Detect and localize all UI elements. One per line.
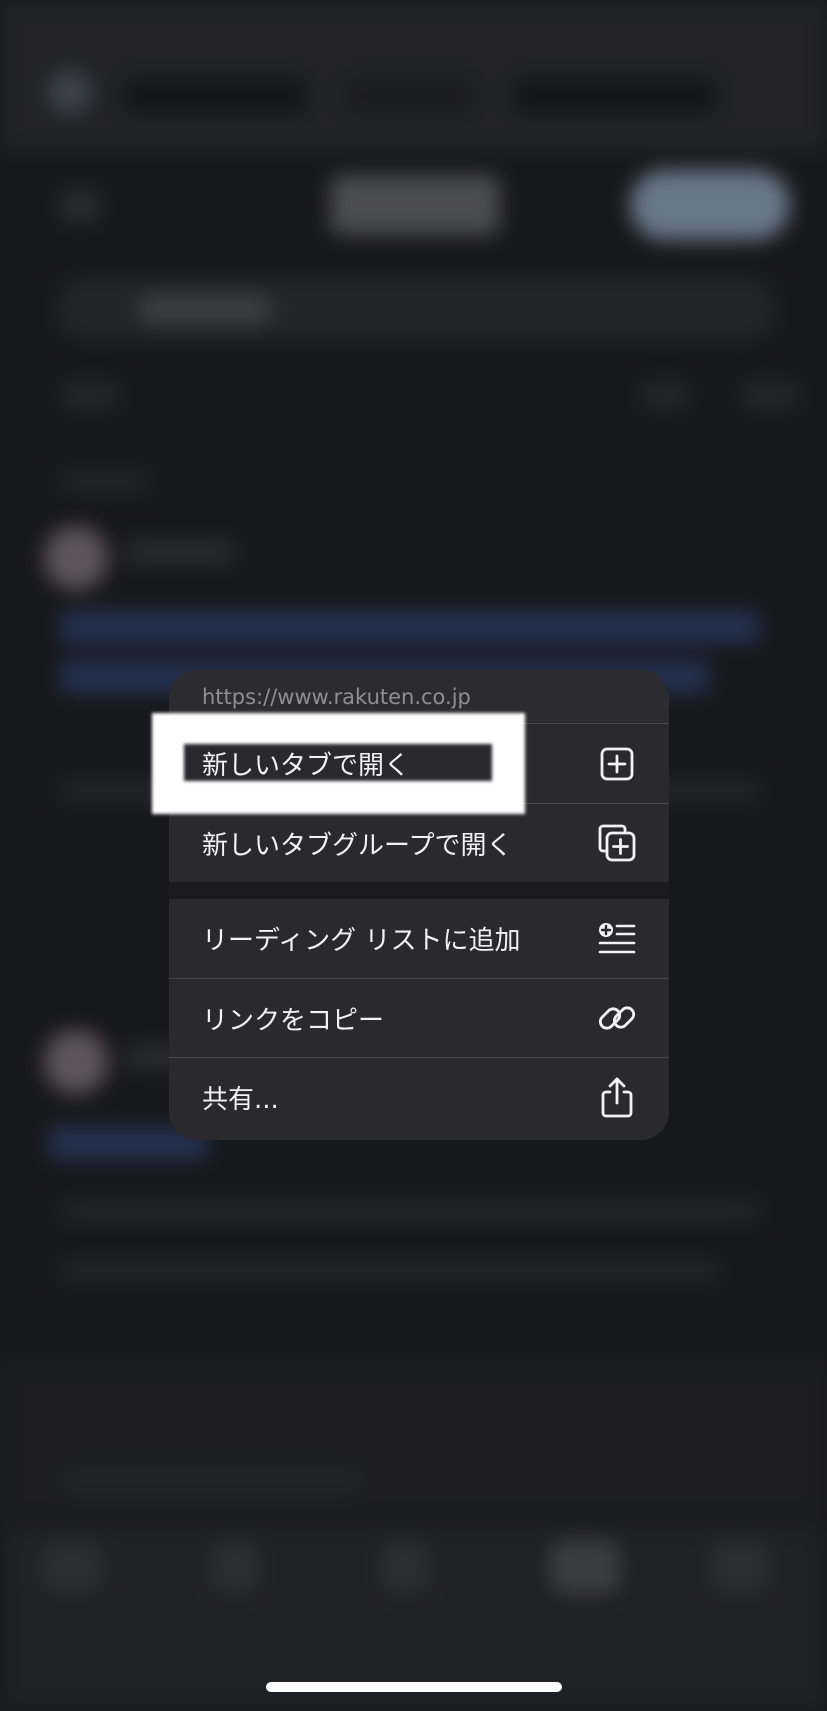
menu-item-label: 新しいタブで開く [202, 751, 411, 781]
home-indicator[interactable] [266, 1682, 562, 1692]
share-icon [597, 1077, 637, 1118]
add-to-reading-list-item[interactable]: リーディング リストに追加 [169, 899, 669, 978]
menu-section-separator [169, 882, 669, 899]
link-icon [597, 998, 637, 1038]
link-context-menu: https://www.rakuten.co.jp 新しいタブで開く 新しいタブ… [169, 670, 669, 1140]
plus-square-stack-icon [597, 823, 637, 863]
open-in-new-tab-item[interactable]: 新しいタブで開く [169, 724, 669, 803]
menu-item-label: リンクをコピー [202, 1005, 385, 1036]
add-to-reading-list-icon [597, 919, 637, 959]
menu-item-label: 新しいタブグループで開く [202, 830, 513, 861]
open-in-new-tab-group-item[interactable]: 新しいタブグループで開く [169, 803, 669, 882]
share-item[interactable]: 共有... [169, 1057, 669, 1136]
menu-item-label: リーディング リストに追加 [202, 926, 521, 956]
copy-link-item[interactable]: リンクをコピー [169, 978, 669, 1057]
menu-item-label: 共有... [202, 1084, 279, 1115]
link-url-header: https://www.rakuten.co.jp [169, 670, 669, 724]
plus-square-icon [597, 744, 637, 784]
link-url: https://www.rakuten.co.jp [202, 684, 471, 709]
